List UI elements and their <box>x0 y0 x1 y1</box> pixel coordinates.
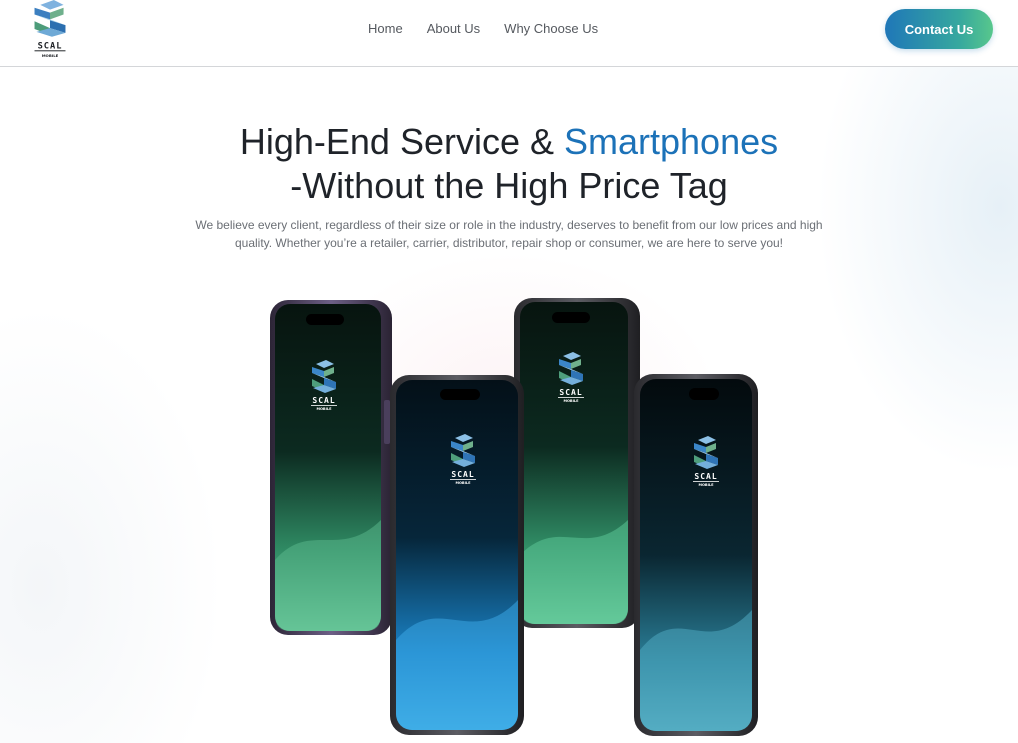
scal-logo-icon: SCAL MOBILE <box>34 0 66 58</box>
nav-why-choose-us[interactable]: Why Choose Us <box>504 21 598 37</box>
nav-home[interactable]: Home <box>368 21 403 37</box>
phone-3 <box>514 298 640 628</box>
phone-2 <box>390 375 524 735</box>
main-nav: Home About Us Why Choose Us <box>368 21 622 37</box>
contact-us-button[interactable]: Contact Us <box>885 9 993 49</box>
svg-text:MOBILE: MOBILE <box>42 53 59 58</box>
phone-1 <box>270 300 392 635</box>
nav-about-us[interactable]: About Us <box>427 21 480 37</box>
logo-link[interactable]: SCAL MOBILE <box>30 0 70 62</box>
svg-text:SCAL: SCAL <box>38 41 63 51</box>
site-header: SCAL MOBILE Home About Us Why Choose Us … <box>0 0 1018 67</box>
phone-4 <box>634 374 758 736</box>
phones-illustration: SCAL MOBILE <box>270 298 758 736</box>
